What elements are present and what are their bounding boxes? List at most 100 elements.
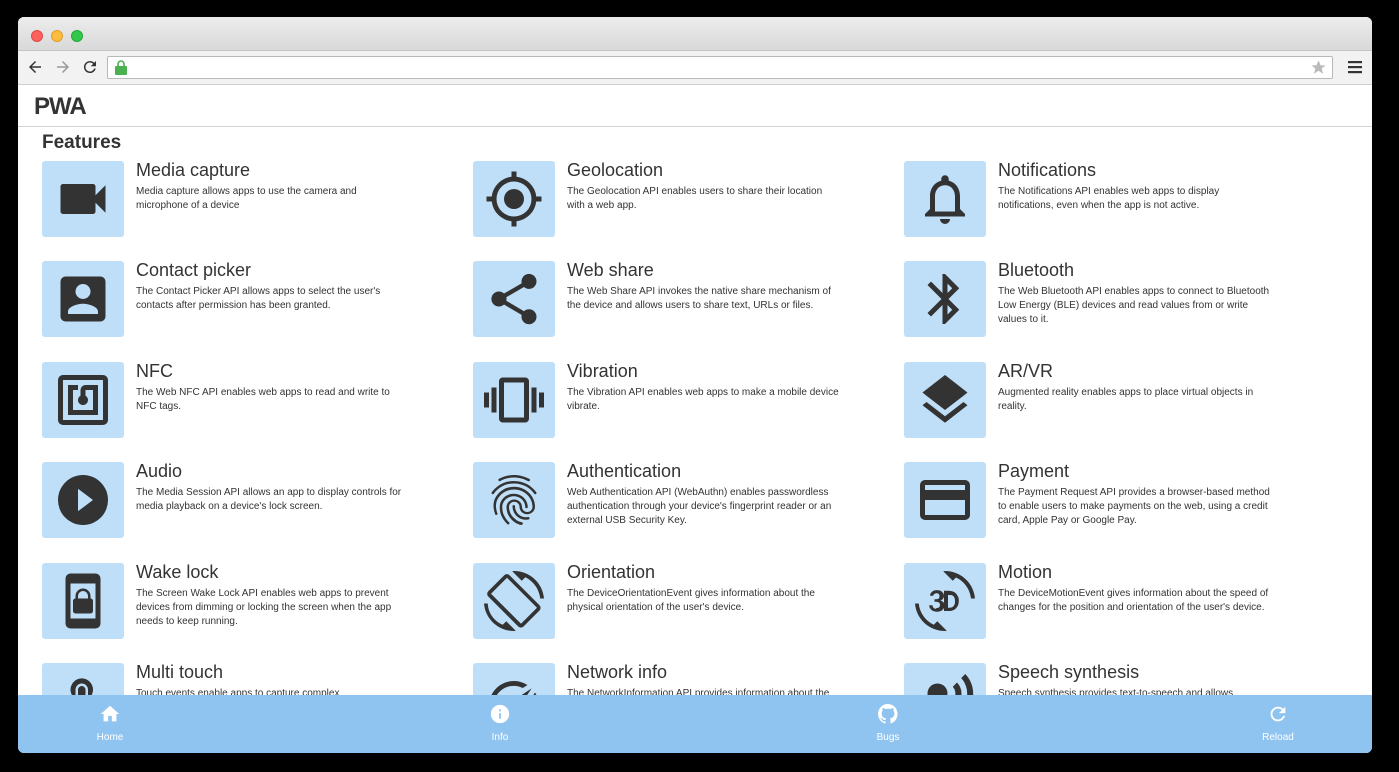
feature-title: Bluetooth bbox=[998, 260, 1075, 281]
refresh-button[interactable] bbox=[80, 57, 100, 77]
feature-card[interactable]: Vibration The Vibration API enables web a… bbox=[473, 361, 893, 442]
feature-card[interactable]: AR/VR Augmented reality enables apps to p… bbox=[904, 360, 1324, 442]
feature-description: The Payment Request API provides a brows… bbox=[998, 487, 1270, 527]
feature-title: Multi touch bbox=[136, 662, 224, 682]
feature-title: Speech synthesis bbox=[998, 662, 1140, 682]
refresh-icon bbox=[83, 61, 96, 74]
feature-card[interactable]: Network info The NetworkInformation API p… bbox=[473, 662, 893, 695]
feature-icon-box bbox=[904, 663, 986, 695]
3d-rotation-icon bbox=[915, 570, 975, 631]
feature-icon-box bbox=[42, 663, 124, 695]
main-content: Features Media capture Media capture allo… bbox=[18, 127, 1372, 695]
feature-card[interactable]: Authentication Web Authentication API (We… bbox=[473, 461, 893, 542]
network-speed-icon bbox=[491, 680, 537, 695]
info-icon bbox=[490, 704, 510, 724]
feature-title: Geolocation bbox=[567, 160, 664, 180]
nav-label: Reload bbox=[1262, 732, 1294, 743]
feature-card[interactable]: Audio The Media Session API allows an app… bbox=[42, 461, 462, 542]
section-title: Features bbox=[42, 132, 122, 153]
nav-label: Home bbox=[96, 732, 124, 743]
videocam-icon bbox=[60, 184, 106, 214]
back-button[interactable] bbox=[25, 57, 45, 77]
feature-icon-box bbox=[473, 161, 555, 237]
feature-title: Authentication bbox=[567, 461, 682, 482]
feature-title: NFC bbox=[136, 360, 173, 381]
feature-icon-box bbox=[473, 361, 555, 438]
forward-button[interactable] bbox=[53, 57, 73, 77]
feature-description: The Geolocation API enables users to sha… bbox=[567, 186, 823, 211]
phone-lock-icon bbox=[65, 573, 101, 629]
feature-icon-box bbox=[42, 161, 124, 237]
feature-description: The Screen Wake Lock API enables web app… bbox=[136, 587, 392, 627]
bluetooth-icon bbox=[927, 274, 960, 325]
nav-home-button[interactable]: Home bbox=[70, 703, 150, 745]
feature-description: Augmented reality enables apps to place … bbox=[998, 386, 1254, 412]
feature-card[interactable]: Contact picker The Contact Picker API all… bbox=[42, 260, 462, 341]
feature-card[interactable]: Web share The Web Share API invokes the n… bbox=[473, 260, 893, 341]
nav-label: Bugs bbox=[876, 732, 900, 743]
feature-icon-box bbox=[904, 462, 986, 539]
svg-text:PWA: PWA bbox=[34, 93, 86, 117]
feature-icon-box bbox=[42, 361, 124, 438]
feature-card[interactable]: Speech synthesis Speech synthesis provide… bbox=[904, 662, 1324, 695]
maximize-window-button[interactable] bbox=[71, 30, 83, 42]
feature-icon-box bbox=[42, 562, 124, 639]
feature-description: Touch events enable apps to capture comp… bbox=[136, 688, 340, 695]
reload-icon bbox=[1270, 706, 1286, 722]
browser-window: PWA Features Media capture Media capture … bbox=[18, 17, 1372, 753]
feature-icon-box bbox=[42, 462, 124, 539]
bookmark-star-icon[interactable] bbox=[1310, 59, 1327, 76]
feature-card[interactable]: Geolocation The Geolocation API enables u… bbox=[473, 160, 893, 241]
close-window-button[interactable] bbox=[31, 30, 43, 42]
nav-bugs-button[interactable]: Bugs bbox=[848, 703, 928, 745]
feature-title: AR/VR bbox=[998, 360, 1054, 381]
fingerprint-icon bbox=[491, 475, 537, 526]
feature-icon-box bbox=[904, 361, 986, 438]
feature-icon-box bbox=[473, 562, 555, 639]
feature-description: The Vibration API enables web apps to ma… bbox=[567, 386, 839, 412]
bell-icon bbox=[925, 175, 965, 224]
nfc-icon bbox=[58, 374, 108, 425]
nav-info-button[interactable]: Info bbox=[460, 703, 540, 745]
contact-icon bbox=[60, 276, 106, 322]
feature-card[interactable]: Bluetooth The Web Bluetooth API enables a… bbox=[904, 260, 1324, 341]
screen-rotation-icon bbox=[484, 570, 544, 631]
browser-toolbar bbox=[18, 51, 1372, 85]
hamburger-menu-icon[interactable] bbox=[1348, 59, 1362, 75]
arrow-left-icon bbox=[29, 61, 41, 73]
github-icon bbox=[877, 703, 898, 724]
pwa-logo[interactable]: PWA bbox=[34, 93, 90, 117]
feature-title: Audio bbox=[136, 461, 183, 482]
nav-reload-button[interactable]: Reload bbox=[1238, 703, 1318, 745]
feature-title: Media capture bbox=[136, 160, 251, 180]
feature-description: The Web Bluetooth API enables apps to co… bbox=[998, 286, 1270, 326]
feature-card[interactable]: Motion The DeviceMotionEvent gives inform… bbox=[904, 561, 1324, 643]
feature-description: The Web Share API invokes the native sha… bbox=[567, 286, 831, 312]
feature-description: Web Authentication API (WebAuthn) enable… bbox=[567, 487, 832, 527]
home-icon bbox=[100, 705, 120, 722]
feature-icon-box bbox=[904, 161, 986, 237]
feature-card[interactable]: Payment The Payment Request API provides … bbox=[904, 461, 1324, 542]
feature-card[interactable]: Notifications The Notifications API enabl… bbox=[904, 160, 1324, 241]
nav-label: Info bbox=[491, 732, 509, 743]
feature-icon-box bbox=[904, 562, 986, 639]
minimize-window-button[interactable] bbox=[51, 30, 63, 42]
feature-title: Contact picker bbox=[136, 260, 252, 281]
feature-title: Web share bbox=[567, 260, 654, 281]
play-icon bbox=[58, 475, 108, 526]
feature-title: Orientation bbox=[567, 561, 656, 582]
feature-description: The Media Session API allows an app to d… bbox=[136, 487, 402, 513]
lock-icon bbox=[115, 60, 127, 75]
feature-card[interactable]: NFC The Web NFC API enables web apps to r… bbox=[42, 360, 462, 442]
feature-card[interactable]: Media capture Media capture allows apps t… bbox=[42, 160, 462, 241]
share-icon bbox=[491, 274, 537, 325]
feature-description: Media capture allows apps to use the cam… bbox=[136, 186, 357, 211]
feature-title: Motion bbox=[998, 561, 1053, 582]
feature-card[interactable]: Orientation The DeviceOrientationEvent gi… bbox=[473, 561, 893, 643]
speech-icon bbox=[927, 674, 974, 695]
vibration-icon bbox=[484, 377, 544, 423]
feature-card[interactable]: Multi touch Touch events enable apps to c… bbox=[42, 662, 462, 695]
address-bar[interactable] bbox=[107, 56, 1333, 79]
feature-card[interactable]: Wake lock The Screen Wake Lock API enable… bbox=[42, 562, 462, 643]
feature-description: The Contact Picker API allows apps to se… bbox=[136, 286, 381, 312]
